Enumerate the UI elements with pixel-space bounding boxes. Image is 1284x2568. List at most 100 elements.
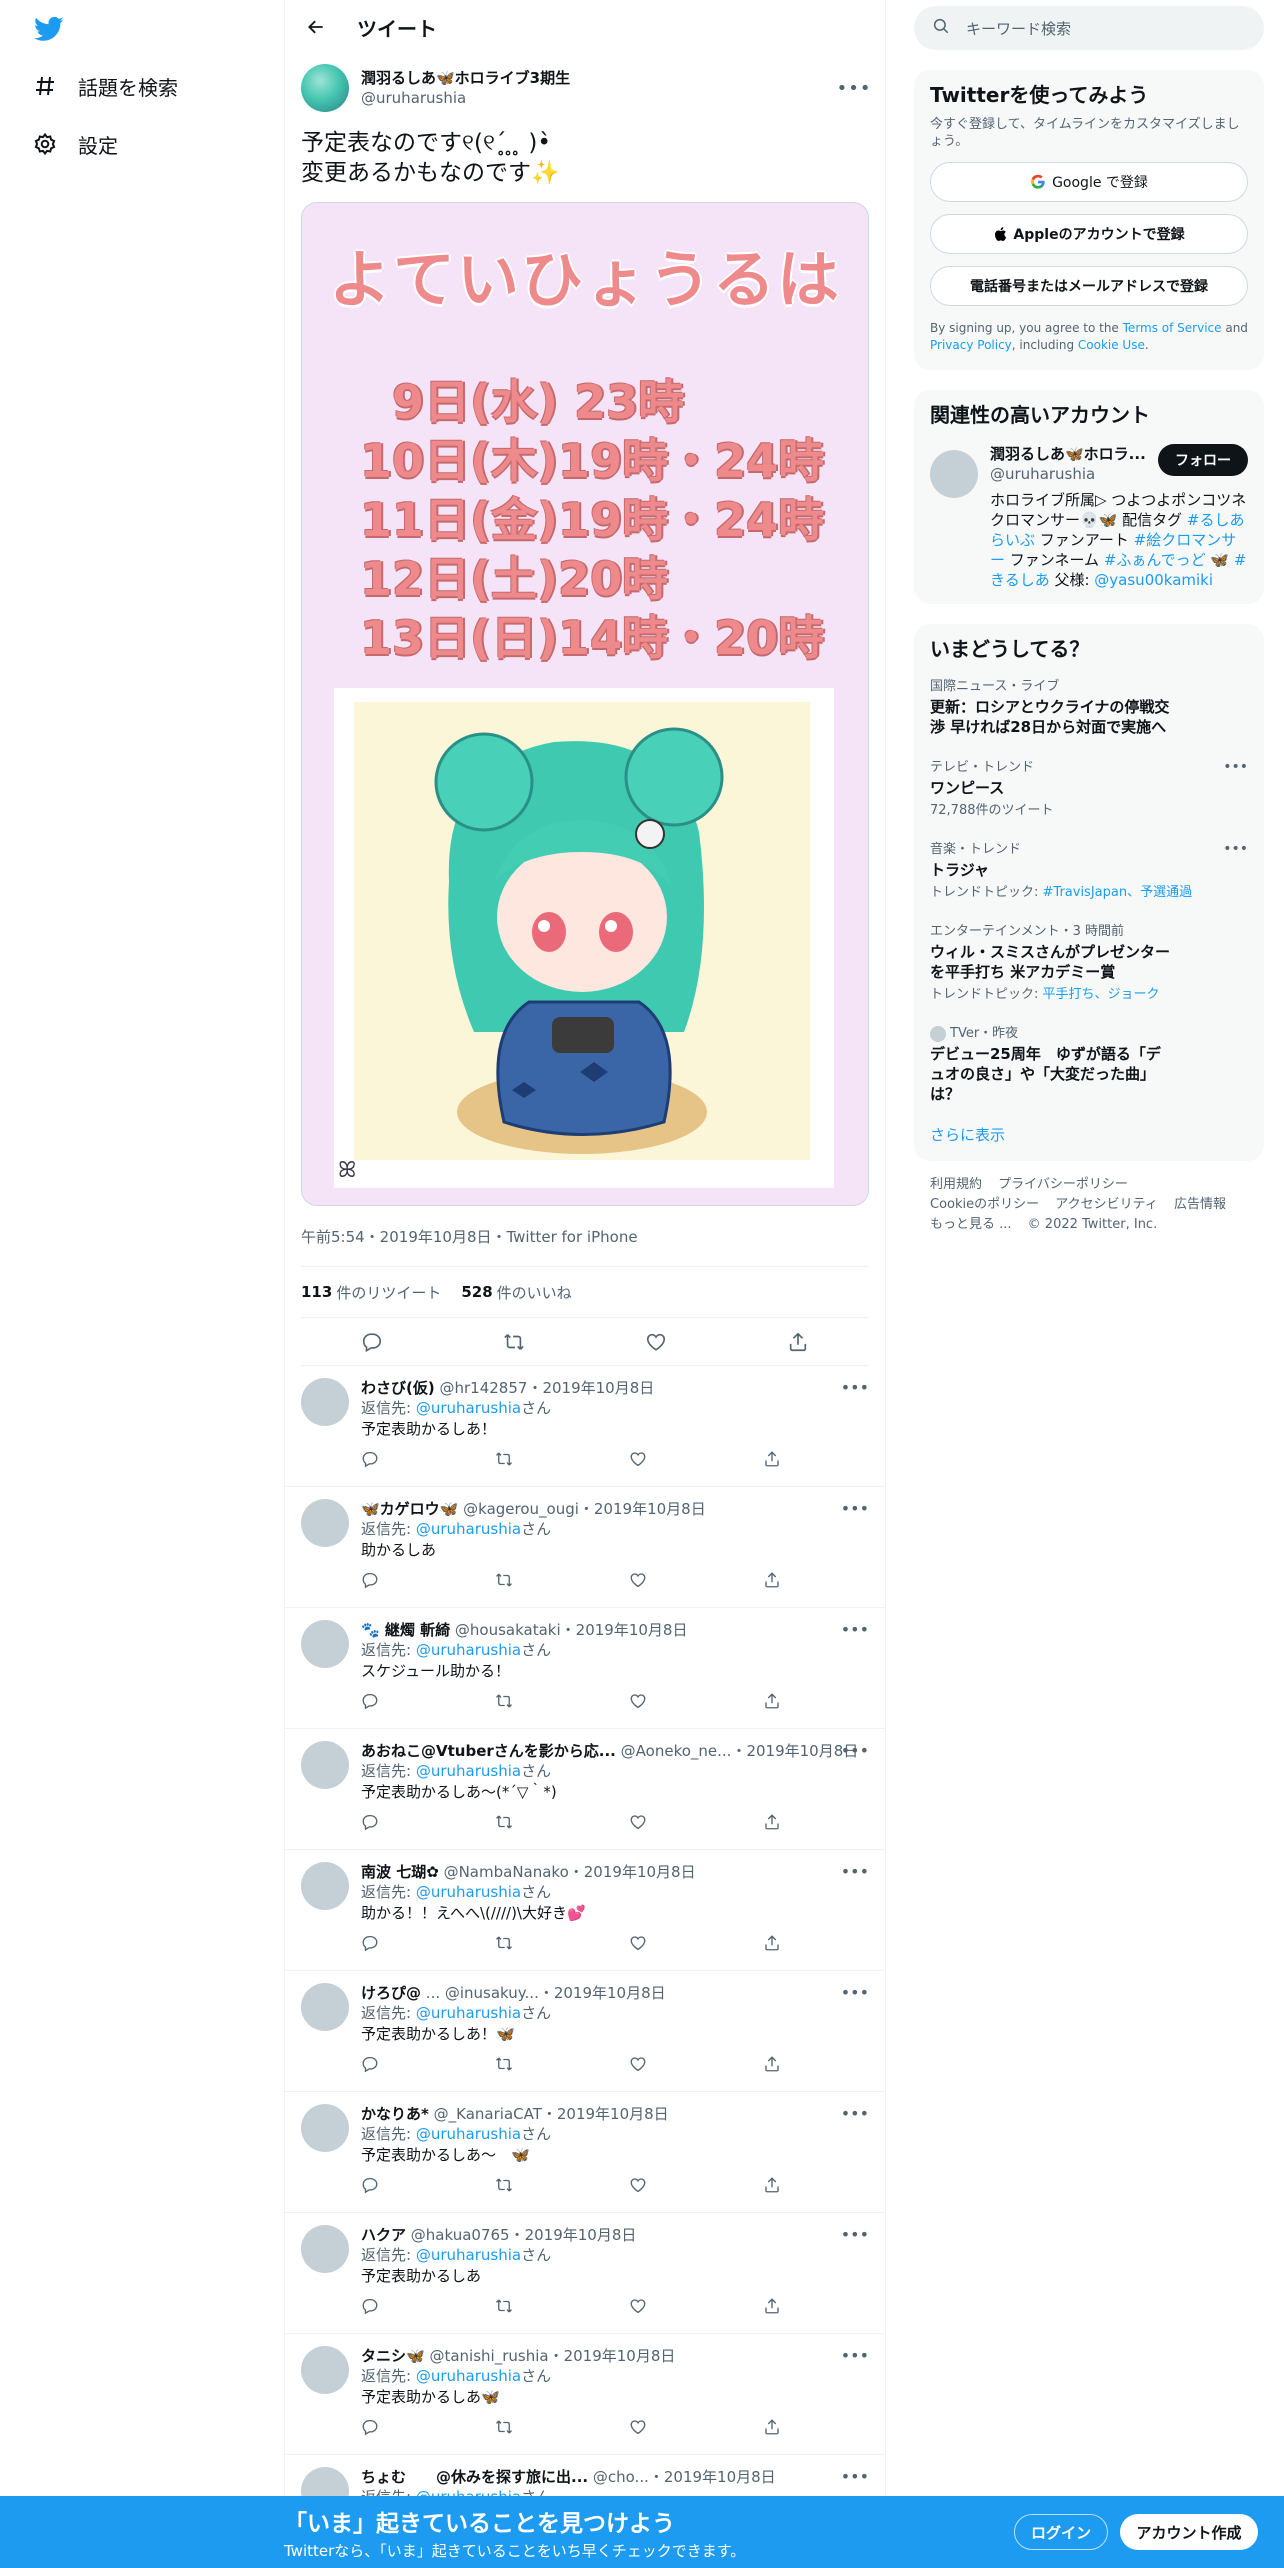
- avatar[interactable]: [301, 1983, 349, 2031]
- retweet-icon[interactable]: [495, 1934, 513, 1956]
- reply-author-name[interactable]: かなりあ*: [361, 2105, 429, 2123]
- reply-author-handle[interactable]: @hakua0765: [411, 2226, 510, 2244]
- share-icon[interactable]: [786, 1330, 810, 1354]
- trend-topic-links[interactable]: 平手打ち、ジョーク: [1043, 987, 1160, 1002]
- reply-icon[interactable]: [361, 2055, 379, 2077]
- tweet-image[interactable]: よていひょうるは 9日(水) 23時 10日(木)19時・24時 11日(金)1…: [301, 202, 869, 1206]
- reply-to-handle-link[interactable]: @uruharushia: [416, 1399, 521, 1417]
- reply-author-name[interactable]: ハクア: [361, 2226, 406, 2244]
- retweet-icon[interactable]: [495, 1571, 513, 1593]
- reply-author-name[interactable]: ちょむ @休みを探す旅に出...: [361, 2468, 588, 2486]
- more-icon[interactable]: •••: [841, 2104, 869, 2123]
- share-icon[interactable]: [763, 1692, 781, 1714]
- share-icon[interactable]: [763, 1934, 781, 1956]
- more-icon[interactable]: •••: [841, 1862, 869, 1881]
- avatar[interactable]: [301, 2225, 349, 2273]
- reply-author-name[interactable]: 🦋カゲロウ🦋: [361, 1500, 458, 1518]
- privacy-link[interactable]: Privacy Policy: [930, 338, 1012, 352]
- reply-icon[interactable]: [361, 1571, 379, 1593]
- reply-to-handle-link[interactable]: @uruharushia: [416, 2246, 521, 2264]
- reply-tweet[interactable]: あおねこ@Vtuberさんを影から応... @Aoneko_ne...・2019…: [285, 1729, 885, 1850]
- share-icon[interactable]: [763, 2176, 781, 2198]
- reply-icon[interactable]: [361, 2176, 379, 2198]
- like-icon[interactable]: [629, 1571, 647, 1593]
- more-icon[interactable]: •••: [1223, 759, 1248, 775]
- avatar[interactable]: [301, 1620, 349, 1668]
- reply-tweet[interactable]: 🦋カゲロウ🦋 @kagerou_ougi・2019年10月8日 返信先: @uru…: [285, 1487, 885, 1608]
- more-icon[interactable]: •••: [837, 76, 871, 100]
- trend-item[interactable]: エンターテインメント・3 時間前 ウィル・スミスさんがプレゼンターを平手打ち 米…: [930, 911, 1248, 1013]
- reply-author-handle[interactable]: @hr142857: [440, 1379, 528, 1397]
- reply-icon[interactable]: [361, 1813, 379, 1835]
- share-icon[interactable]: [763, 1450, 781, 1472]
- footer-link[interactable]: アクセシビリティ: [1055, 1197, 1158, 1212]
- footer-link[interactable]: 利用規約: [930, 1177, 982, 1192]
- like-icon[interactable]: [629, 1934, 647, 1956]
- reply-icon[interactable]: [361, 1692, 379, 1714]
- like-count[interactable]: 528: [461, 1283, 492, 1301]
- reply-to-handle-link[interactable]: @uruharushia: [416, 2004, 521, 2022]
- reply-to-handle-link[interactable]: @uruharushia: [416, 2367, 521, 2385]
- like-count-label[interactable]: 件のいいね: [497, 1282, 572, 1303]
- search-input[interactable]: キーワード検索: [914, 6, 1264, 50]
- reply-date[interactable]: ・2019年10月8日: [731, 1742, 858, 1760]
- relevant-account[interactable]: 潤羽るしあ🦋ホロラ... @uruharushia フォロー ホロライブ所属▷ …: [930, 444, 1248, 590]
- reply-tweet[interactable]: 🐾 継燭 斬綺 @housakataki・2019年10月8日 返信先: @uru…: [285, 1608, 885, 1729]
- more-icon[interactable]: •••: [841, 1741, 869, 1760]
- like-icon[interactable]: [629, 1813, 647, 1835]
- retweet-count-label[interactable]: 件のリツイート: [336, 1282, 441, 1303]
- like-icon[interactable]: [644, 1330, 668, 1354]
- share-icon[interactable]: [763, 2297, 781, 2319]
- bio-mention-link[interactable]: @yasu00kamiki: [1094, 571, 1213, 589]
- reply-icon[interactable]: [361, 1934, 379, 1956]
- signup-button[interactable]: アカウント作成: [1120, 2514, 1258, 2550]
- reply-tweet[interactable]: かなりあ* @_KanariaCAT・2019年10月8日 返信先: @uruha…: [285, 2092, 885, 2213]
- reply-author-name[interactable]: あおねこ@Vtuberさんを影から応...: [361, 1742, 616, 1760]
- reply-tweet[interactable]: ハクア @hakua0765・2019年10月8日 返信先: @uruharush…: [285, 2213, 885, 2334]
- reply-date[interactable]: ・2019年10月8日: [510, 2226, 637, 2244]
- reply-to-handle-link[interactable]: @uruharushia: [416, 1520, 521, 1538]
- share-icon[interactable]: [763, 1813, 781, 1835]
- phone-signup-button[interactable]: 電話番号またはメールアドレスで登録: [930, 266, 1248, 306]
- like-icon[interactable]: [629, 2418, 647, 2440]
- footer-link[interactable]: もっと見る ...: [930, 1217, 1012, 1232]
- reply-tweet[interactable]: けろぴ@ ... @inusakuy...・2019年10月8日 返信先: @ur…: [285, 1971, 885, 2092]
- avatar[interactable]: [301, 64, 349, 112]
- share-icon[interactable]: [763, 2055, 781, 2077]
- avatar[interactable]: [301, 2104, 349, 2152]
- reply-author-handle[interactable]: @cho...: [593, 2468, 649, 2486]
- retweet-icon[interactable]: [495, 1813, 513, 1835]
- trend-item[interactable]: TVer・昨夜 デビュー25周年 ゆずが語る「デュオの良さ」や「大変だった曲」は…: [930, 1013, 1248, 1114]
- like-icon[interactable]: [629, 2055, 647, 2077]
- reply-date[interactable]: ・2019年10月8日: [561, 1621, 688, 1639]
- login-button[interactable]: ログイン: [1014, 2514, 1108, 2550]
- reply-date[interactable]: ・2019年10月8日: [549, 2347, 676, 2365]
- avatar[interactable]: [301, 1862, 349, 1910]
- more-icon[interactable]: •••: [841, 1983, 869, 2002]
- reply-icon[interactable]: [361, 2297, 379, 2319]
- like-icon[interactable]: [629, 2297, 647, 2319]
- reply-author-handle[interactable]: @housakataki: [455, 1621, 561, 1639]
- more-icon[interactable]: •••: [841, 2467, 869, 2486]
- cookie-link[interactable]: Cookie Use: [1078, 338, 1145, 352]
- retweet-icon[interactable]: [495, 2418, 513, 2440]
- back-arrow-icon[interactable]: [301, 12, 331, 42]
- bio-hashtag-link[interactable]: #ふぁんでっど: [1104, 551, 1206, 569]
- reply-icon[interactable]: [361, 2418, 379, 2440]
- show-more-link[interactable]: さらに表示: [930, 1124, 1248, 1145]
- author-name[interactable]: 潤羽るしあ🦋ホロライブ3期生: [361, 68, 839, 88]
- more-icon[interactable]: •••: [841, 1499, 869, 1518]
- apple-signup-button[interactable]: Appleのアカウントで登録: [930, 214, 1248, 254]
- author-handle[interactable]: @uruharushia: [361, 88, 839, 108]
- reply-author-name[interactable]: タニシ🦋: [361, 2347, 425, 2365]
- reply-icon[interactable]: [360, 1330, 384, 1354]
- more-icon[interactable]: •••: [841, 2225, 869, 2244]
- retweet-icon[interactable]: [495, 1450, 513, 1472]
- avatar[interactable]: [301, 1378, 349, 1426]
- trend-item[interactable]: 国際ニュース・ライブ 更新：ロシアとウクライナの停戦交渉 早ければ28日から対面…: [930, 666, 1248, 747]
- retweet-icon[interactable]: [502, 1330, 526, 1354]
- retweet-icon[interactable]: [495, 1692, 513, 1714]
- reply-author-handle[interactable]: @_KanariaCAT: [434, 2105, 542, 2123]
- reply-date[interactable]: ・2019年10月8日: [649, 2468, 776, 2486]
- more-icon[interactable]: •••: [1223, 841, 1248, 857]
